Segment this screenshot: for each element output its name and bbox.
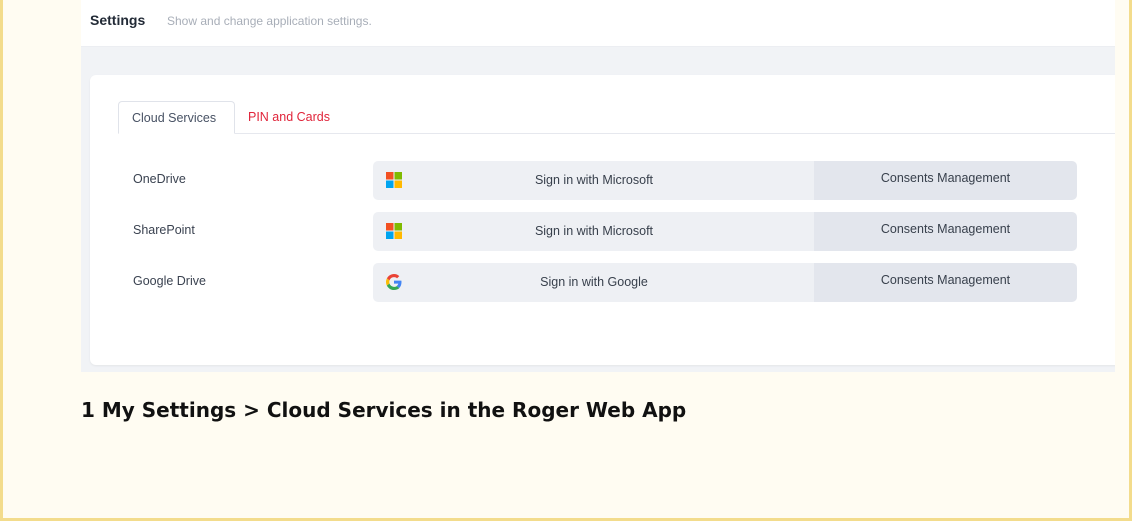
signin-google-button[interactable]: Sign in with Google bbox=[373, 263, 815, 302]
signin-button-label: Sign in with Microsoft bbox=[534, 224, 654, 238]
service-name: SharePoint bbox=[133, 223, 195, 237]
signin-microsoft-button[interactable]: Sign in with Microsoft bbox=[373, 212, 815, 251]
settings-tabs: Cloud Services PIN and Cards bbox=[118, 101, 1115, 134]
consents-button-label: Consents Management bbox=[880, 222, 1011, 236]
service-row-google-drive: Google Drive Sign in with Google Consent… bbox=[90, 263, 1115, 302]
page-subtitle: Show and change application settings. bbox=[167, 14, 372, 28]
app-screenshot: Settings Show and change application set… bbox=[81, 0, 1115, 372]
consents-management-button[interactable]: Consents Management bbox=[814, 263, 1077, 302]
service-name: OneDrive bbox=[133, 172, 186, 186]
signin-button-label: Sign in with Microsoft bbox=[534, 173, 654, 187]
settings-card: Cloud Services PIN and Cards OneDrive Si… bbox=[90, 75, 1115, 365]
signin-button-label: Sign in with Google bbox=[540, 275, 648, 289]
signin-microsoft-button[interactable]: Sign in with Microsoft bbox=[373, 161, 815, 200]
figure-caption: 1 My Settings > Cloud Services in the Ro… bbox=[81, 398, 687, 422]
page-title: Settings bbox=[90, 12, 146, 28]
consents-management-button[interactable]: Consents Management bbox=[814, 212, 1077, 251]
consents-button-label: Consents Management bbox=[880, 171, 1011, 185]
service-name: Google Drive bbox=[133, 274, 206, 288]
page-header: Settings Show and change application set… bbox=[81, 0, 1115, 47]
tab-pin-and-cards[interactable]: PIN and Cards bbox=[235, 101, 343, 133]
tab-cloud-services[interactable]: Cloud Services bbox=[118, 101, 235, 134]
consents-management-button[interactable]: Consents Management bbox=[814, 161, 1077, 200]
consents-button-label: Consents Management bbox=[880, 273, 1011, 287]
service-row-onedrive: OneDrive Sign in with Microsoft Consents… bbox=[90, 161, 1115, 200]
service-row-sharepoint: SharePoint Sign in with Microsoft Consen… bbox=[90, 212, 1115, 251]
